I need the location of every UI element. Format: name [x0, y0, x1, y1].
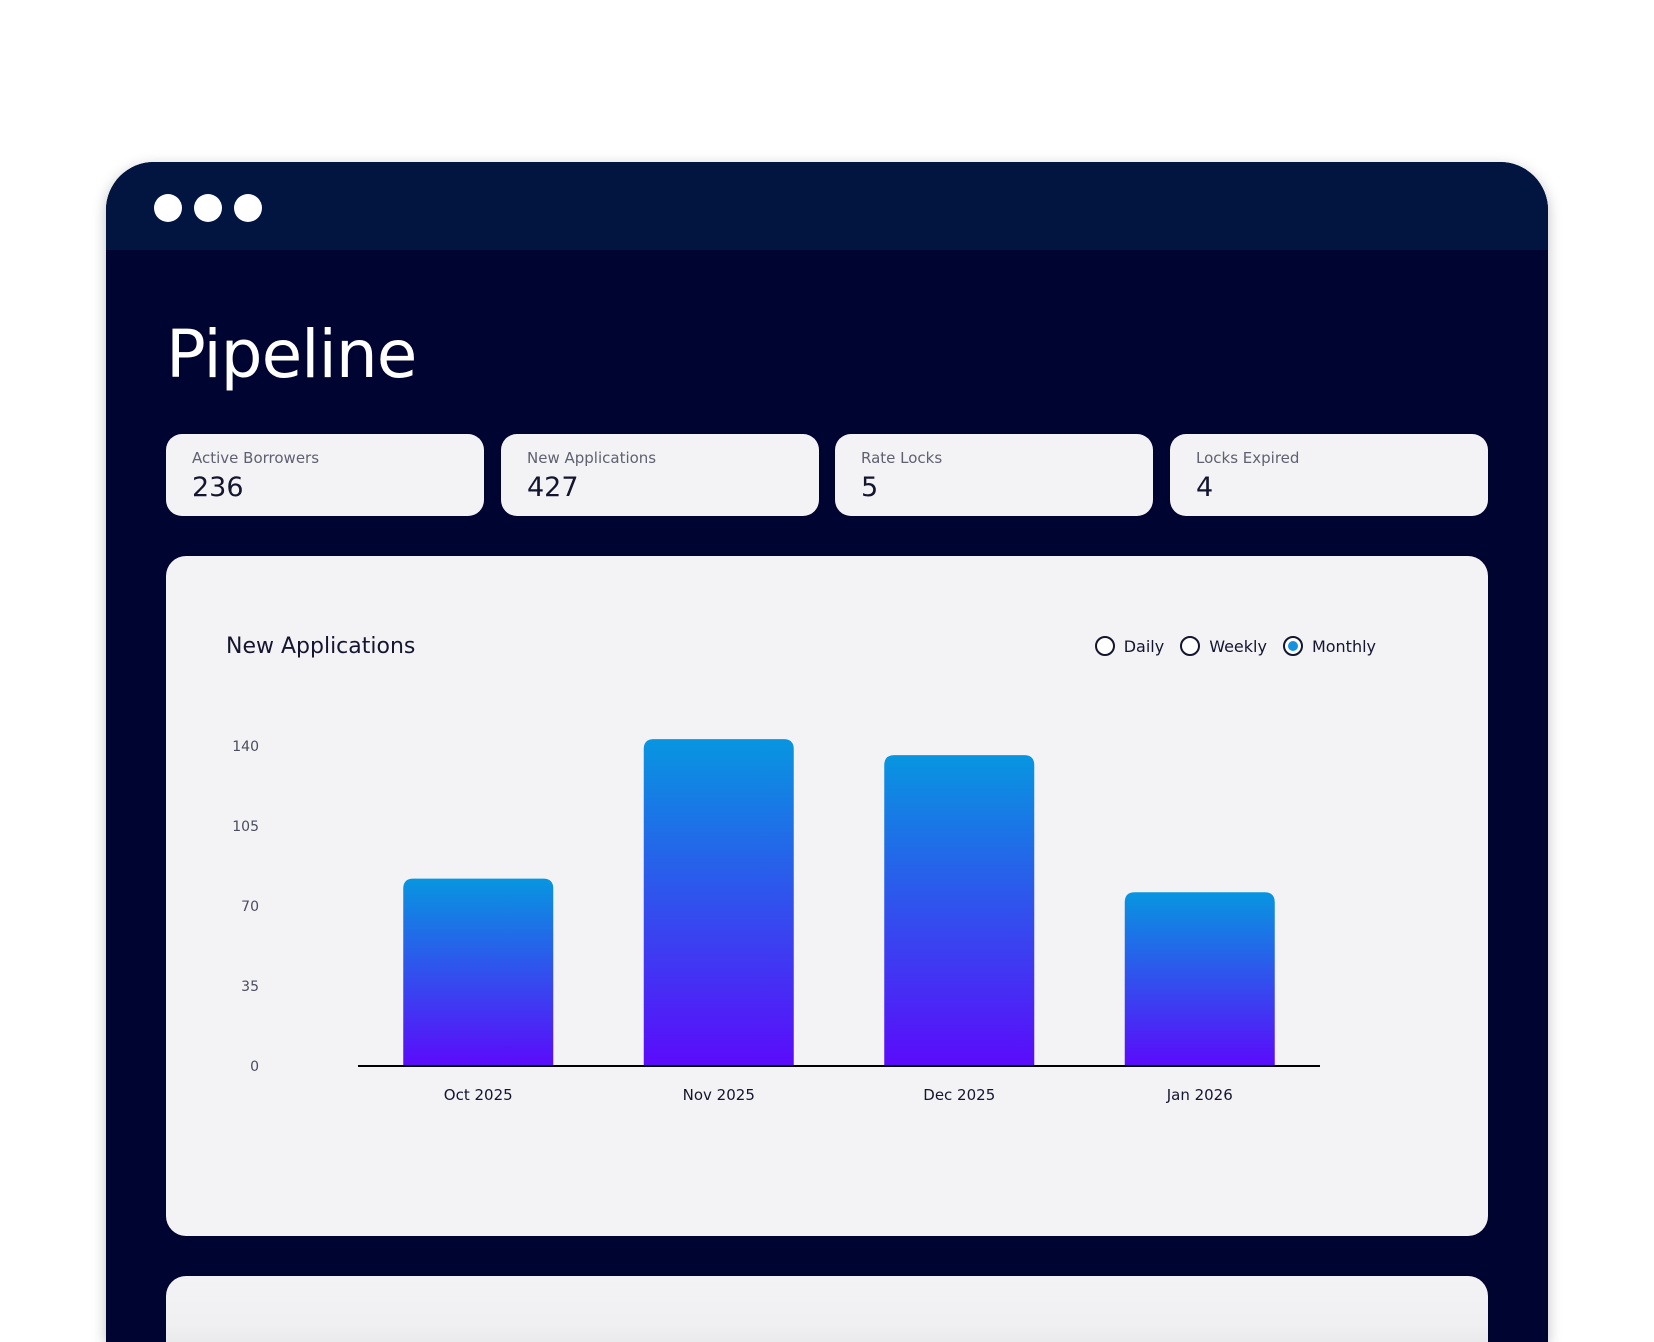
app-window: Pipeline Active Borrowers 236 New Applic… [106, 162, 1548, 1342]
stat-card-rate-locks[interactable]: Rate Locks 5 [835, 434, 1153, 516]
bar-chart: 0 35 70 105 140 Oct 2025 Nov 2025 Dec 2025 Jan … [232, 739, 1320, 1104]
x-tick-label: Nov 2025 [683, 1086, 755, 1104]
y-axis: 0 35 70 105 140 [232, 739, 259, 1075]
x-tick-label: Oct 2025 [444, 1086, 513, 1104]
y-tick-label: 35 [241, 979, 259, 995]
page-title: Pipeline [166, 316, 417, 393]
bar-oct-2025[interactable] [403, 878, 554, 1066]
x-tick-label: Dec 2025 [923, 1086, 995, 1104]
stat-value: 236 [192, 472, 244, 503]
bar-nov-2025[interactable] [643, 739, 794, 1066]
stat-label: Active Borrowers [192, 449, 320, 467]
y-tick-label: 105 [232, 819, 259, 835]
stat-card-active-borrowers[interactable]: Active Borrowers 236 [166, 434, 484, 516]
y-tick-label: 0 [250, 1059, 259, 1075]
y-tick-label: 70 [241, 899, 259, 915]
bar-jan-2026[interactable] [1124, 892, 1275, 1066]
window-control-dot[interactable] [234, 194, 262, 222]
y-tick-label: 140 [232, 739, 259, 755]
bars [403, 739, 1275, 1066]
pipeline-table-card [166, 1276, 1488, 1342]
x-tick-label: Jan 2026 [1166, 1086, 1233, 1104]
stat-value: 427 [527, 472, 579, 503]
stat-label: New Applications [527, 449, 657, 467]
window-control-dot[interactable] [194, 194, 222, 222]
stat-label: Locks Expired [1196, 449, 1300, 467]
stat-card-new-applications[interactable]: New Applications 427 [501, 434, 819, 516]
stat-value: 4 [1196, 472, 1214, 503]
x-axis: Oct 2025 Nov 2025 Dec 2025 Jan 2026 [444, 1086, 1233, 1104]
stat-label: Rate Locks [861, 449, 943, 467]
stat-value: 5 [861, 472, 879, 503]
new-applications-chart-card: New Applications Daily Weekly Monthly 0 … [166, 556, 1488, 1236]
window-titlebar [106, 162, 1548, 250]
bar-dec-2025[interactable] [884, 755, 1035, 1066]
window-control-dot[interactable] [154, 194, 182, 222]
stat-card-locks-expired[interactable]: Locks Expired 4 [1170, 434, 1488, 516]
